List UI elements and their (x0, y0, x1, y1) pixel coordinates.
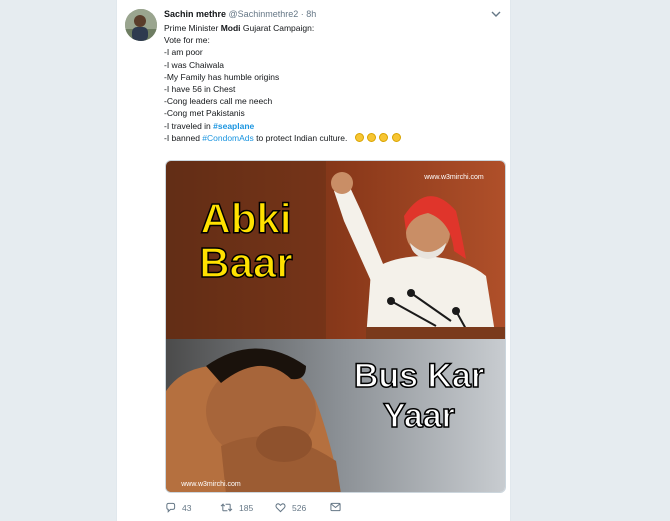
title-prefix: Prime Minister (164, 23, 221, 33)
hashtag-seaplane-link[interactable]: #seaplane (213, 121, 254, 131)
meme-top-line1: Abki (200, 195, 291, 242)
tweet-card: Sachin methre @Sachinmethre2 · 8h Prime … (116, 0, 511, 521)
clapping-hands-emoji-row (354, 132, 401, 143)
reply-icon (166, 502, 176, 513)
meme-top-watermark: www.w3mirchi.com (423, 174, 484, 181)
tweet-actions: 43 185 526 (165, 502, 405, 516)
meme-bottom-line1: Bus Kar (354, 357, 484, 395)
tweet-line-condom: -I banned #CondomAds to protect Indian c… (164, 132, 504, 144)
tweet-header: Sachin methre @Sachinmethre2 · 8h (164, 9, 316, 20)
clapping-hands-icon (354, 132, 364, 142)
hashtag-condomads-link[interactable]: #CondomAds (202, 133, 254, 143)
retweet-count: 185 (239, 502, 254, 513)
separator: · (300, 9, 304, 19)
reply-count: 43 (182, 502, 192, 513)
tweet-line: -My Family has humble origins (164, 71, 280, 82)
tweet-line: -I have 56 in Chest (164, 84, 236, 95)
clapping-hands-icon (367, 132, 377, 142)
avatar[interactable] (125, 9, 157, 41)
tweet-line-seaplane: -I traveled in #seaplane (164, 120, 504, 132)
heart-icon (275, 503, 286, 513)
line-suffix: to protect Indian culture. (253, 132, 348, 143)
retweet-icon (220, 503, 233, 512)
tweet-line: -I was Chaiwala (164, 59, 224, 70)
tweet-line: -Cong leaders call me neech (164, 96, 273, 107)
clapping-hands-icon (379, 132, 389, 142)
line-prefix: -I banned (164, 132, 203, 143)
meme-top-line2: Baar (199, 239, 292, 286)
author-name[interactable]: Sachin methre (164, 9, 226, 19)
title-suffix: Gujarat Campaign: (240, 23, 315, 33)
direct-message-button[interactable] (330, 502, 347, 512)
tweet-line: -Cong met Pakistanis (164, 108, 245, 119)
envelope-icon (330, 502, 341, 512)
retweet-button[interactable]: 185 (220, 502, 253, 513)
tweet-media-image[interactable]: Abki Baar www.w3mirchi.com Bus Kar Yaar … (165, 160, 506, 493)
tweet-line: Vote for me: (164, 35, 210, 46)
line-prefix: -I traveled in (164, 120, 214, 131)
author-handle[interactable]: @Sachinmethre2 (229, 9, 299, 19)
meme-bottom-line2: Yaar (383, 397, 455, 435)
chevron-down-icon[interactable] (490, 8, 502, 20)
tweet-text: Prime Minister Modi Gujarat Campaign: Vo… (164, 22, 504, 144)
clapping-hands-icon (391, 132, 401, 142)
tweet-line: -I am poor (164, 47, 203, 58)
like-count: 526 (292, 502, 307, 513)
like-button[interactable]: 526 (275, 502, 306, 513)
tweet-title-line: Prime Minister Modi Gujarat Campaign: (164, 22, 504, 34)
reply-button[interactable]: 43 (165, 502, 191, 513)
meme-bottom-watermark: www.w3mirchi.com (180, 481, 241, 488)
title-bold: Modi (220, 23, 241, 33)
tweet-time[interactable]: 8h (306, 9, 316, 19)
